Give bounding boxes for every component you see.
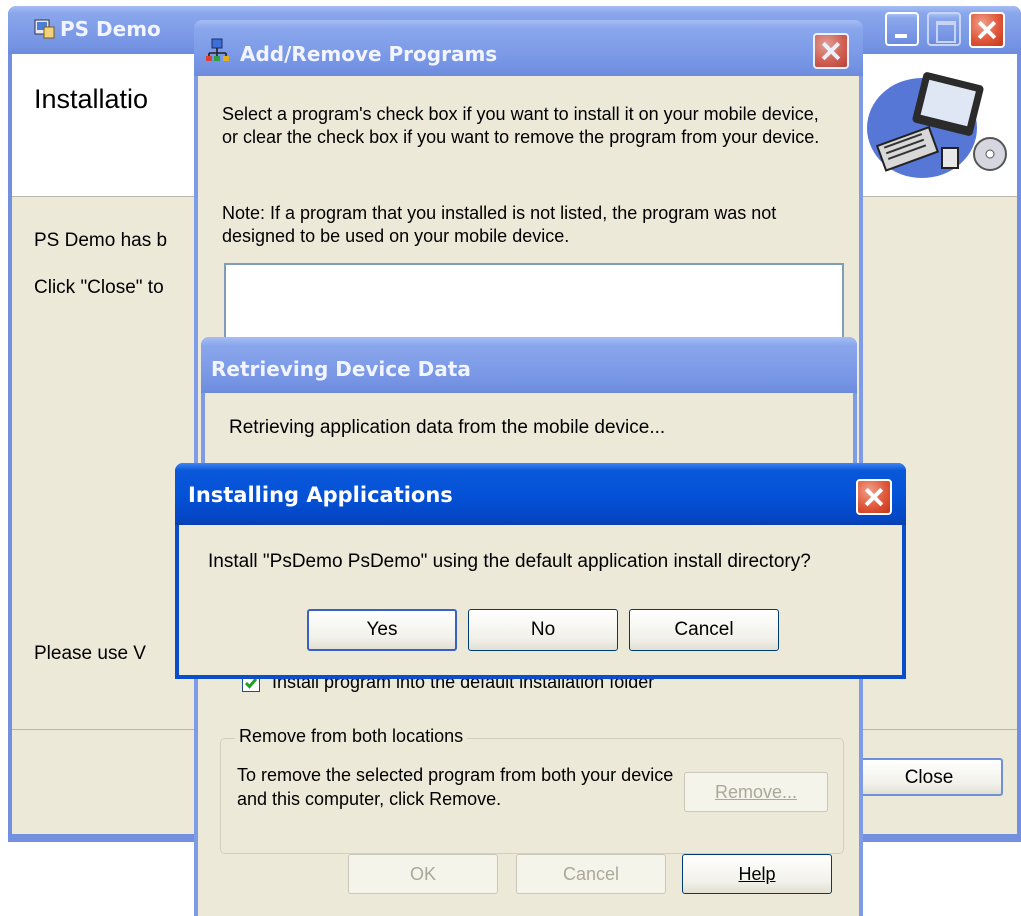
close-button[interactable]: Close	[855, 758, 1003, 796]
remove-group-title: Remove from both locations	[235, 726, 468, 747]
computer-cd-icon	[862, 66, 1012, 186]
cancel-button[interactable]: Cancel	[516, 854, 666, 894]
help-button[interactable]: Help	[682, 854, 832, 894]
remove-group-box: Remove from both locations To remove the…	[220, 726, 844, 854]
add-remove-close-x-button[interactable]	[813, 33, 849, 69]
installing-message: Install "PsDemo PsDemo" using the defaul…	[208, 551, 811, 572]
remove-group-text: To remove the selected program from both…	[237, 765, 674, 809]
installing-body: Install "PsDemo PsDemo" using the defaul…	[179, 525, 902, 675]
installing-dialog: Installing Applications Install "PsDemo …	[175, 463, 906, 679]
info-text: Please use V	[34, 643, 146, 664]
minimize-icon	[895, 34, 907, 38]
installing-close-x-button[interactable]	[856, 479, 892, 515]
retrieving-titlebar[interactable]: Retrieving Device Data	[201, 337, 857, 393]
retrieving-title: Retrieving Device Data	[211, 357, 471, 381]
ok-button[interactable]: OK	[348, 854, 498, 894]
yes-button[interactable]: Yes	[307, 609, 457, 651]
maximize-icon	[936, 21, 956, 43]
retrieving-window: Retrieving Device Data Retrieving applic…	[201, 337, 857, 473]
page-title: Installatio	[34, 84, 149, 114]
note-text: Note: If a program that you installed is…	[222, 203, 777, 246]
add-remove-icon	[206, 38, 230, 62]
ps-demo-title: PS Demo	[60, 17, 161, 41]
status-text: PS Demo has b	[34, 230, 168, 251]
instructions-text: Select a program's check box if you want…	[222, 104, 820, 147]
retrieving-body: Retrieving application data from the mob…	[205, 393, 853, 473]
maximize-button[interactable]	[927, 12, 961, 46]
minimize-button[interactable]	[885, 12, 919, 46]
setup-icon	[34, 18, 56, 40]
installing-titlebar[interactable]: Installing Applications	[175, 463, 906, 525]
add-remove-titlebar[interactable]: Add/Remove Programs	[194, 20, 863, 76]
add-remove-title: Add/Remove Programs	[240, 42, 498, 66]
installing-cancel-button[interactable]: Cancel	[629, 609, 779, 651]
remove-button[interactable]: Remove...	[684, 772, 828, 812]
retrieving-message: Retrieving application data from the mob…	[229, 417, 666, 438]
ps-demo-close-x-button[interactable]	[969, 12, 1005, 48]
no-button[interactable]: No	[468, 609, 618, 651]
instruction-text: Click "Close" to	[34, 277, 164, 298]
installing-title: Installing Applications	[188, 483, 453, 507]
